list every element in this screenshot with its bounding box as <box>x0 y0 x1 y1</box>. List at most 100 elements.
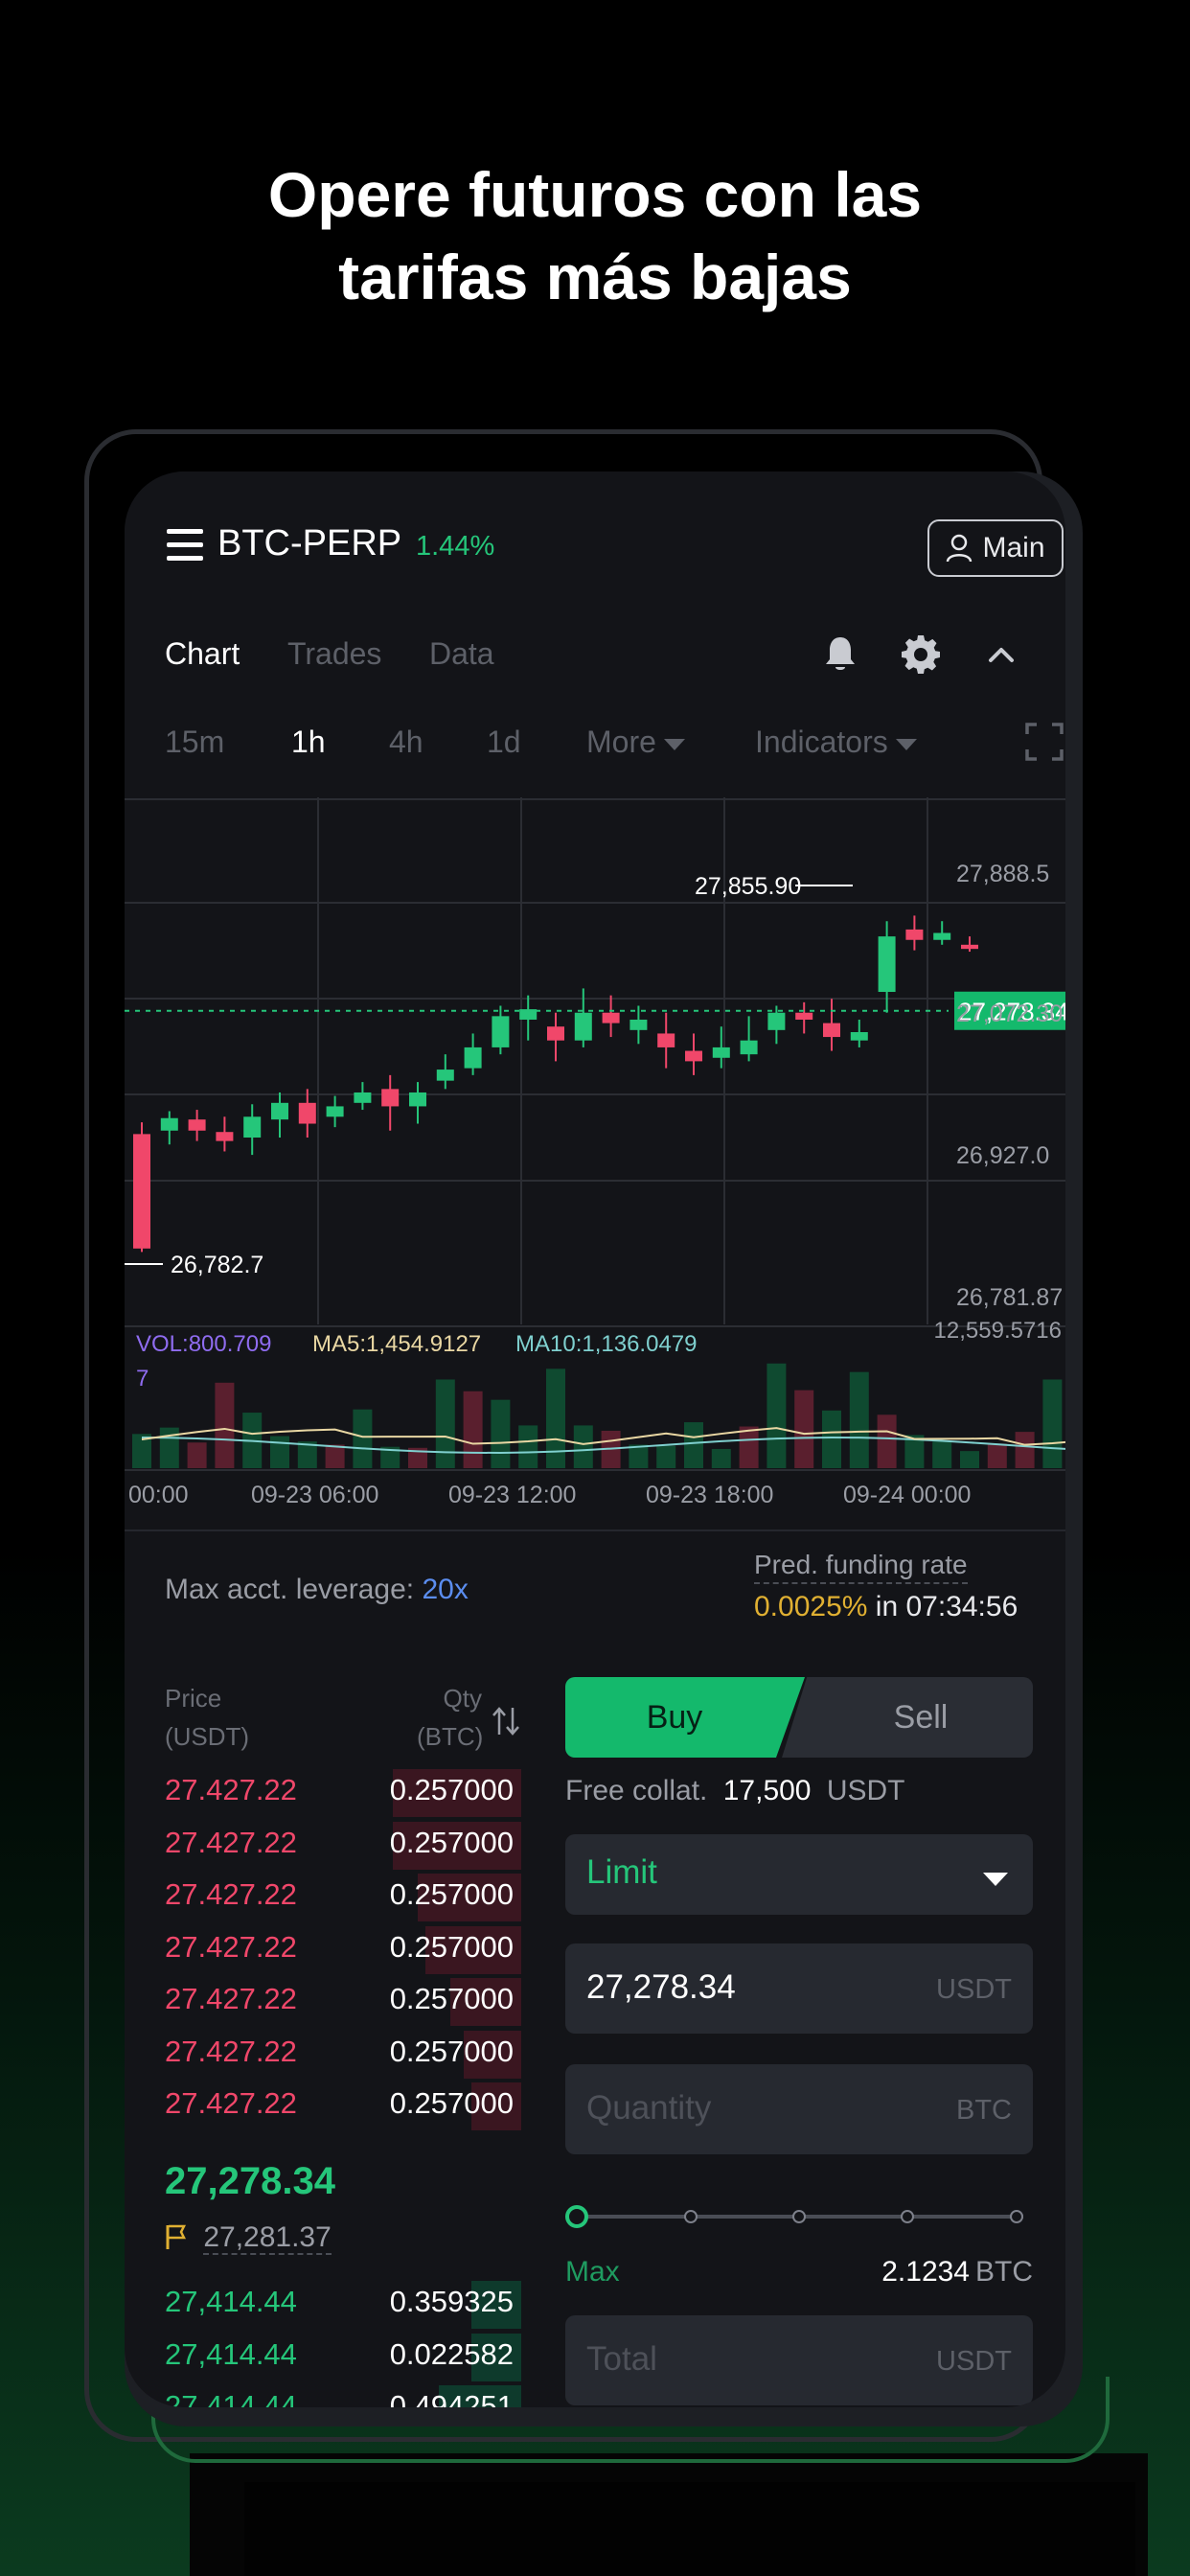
ask-row[interactable]: 27.427.22 0.257000 <box>165 2081 521 2130</box>
volume-bar <box>463 1391 483 1468</box>
indicators-dropdown[interactable]: Indicators <box>755 724 917 760</box>
fullscreen-icon[interactable] <box>1025 723 1064 761</box>
volume-bar <box>546 1368 565 1468</box>
price-header-label: Price <box>165 1684 222 1713</box>
flag-icon <box>166 2224 187 2249</box>
row-price: 27,414.44 <box>165 2336 297 2371</box>
candle-body <box>767 1012 786 1030</box>
slider-handle[interactable] <box>565 2205 588 2228</box>
indicators-label: Indicators <box>755 724 888 759</box>
ask-row[interactable]: 27.427.22 0.257000 <box>165 1872 521 1921</box>
price-input-unit: USDT <box>936 1974 1012 2005</box>
quantity-placeholder: Quantity <box>586 2089 712 2127</box>
candle-body <box>905 929 924 940</box>
candle-body <box>629 1019 648 1030</box>
row-price: 27.427.22 <box>165 2034 297 2068</box>
account-button[interactable]: Main <box>927 519 1064 577</box>
menu-icon[interactable] <box>167 529 203 564</box>
free-collateral: Free collat. 17,500 USDT <box>565 1775 905 1807</box>
candle-body <box>657 1033 675 1047</box>
chart-grid <box>125 797 1065 1471</box>
total-input[interactable]: Total USDT <box>565 2315 1033 2405</box>
candle-body <box>464 1046 482 1069</box>
row-price: 27.427.22 <box>165 1877 297 1911</box>
promo-headline: Opere futuros con las tarifas más bajas <box>0 153 1190 318</box>
chevron-up-icon[interactable] <box>979 632 1023 677</box>
section-divider <box>125 1530 1065 1531</box>
bell-icon[interactable] <box>818 632 862 677</box>
funding-rate-label[interactable]: Pred. funding rate <box>754 1550 968 1584</box>
volume-bar <box>573 1425 593 1468</box>
row-price: 27.427.22 <box>165 1929 297 1964</box>
candle-body <box>712 1046 730 1058</box>
caret-down-icon <box>895 738 917 750</box>
volume-label-cont: 7 <box>136 1366 149 1392</box>
sort-icon[interactable] <box>491 1704 521 1738</box>
user-icon <box>947 534 973 563</box>
tab-data[interactable]: Data <box>429 636 494 672</box>
tab-chart[interactable]: Chart <box>165 636 240 672</box>
slider-stop-50[interactable] <box>792 2210 806 2223</box>
slider-stop-25[interactable] <box>684 2210 698 2223</box>
volume-bar <box>1015 1432 1035 1468</box>
timeframe-1h[interactable]: 1h <box>291 724 326 760</box>
timeframe-15m[interactable]: 15m <box>165 724 224 760</box>
tab-trades[interactable]: Trades <box>287 636 381 672</box>
gear-icon[interactable] <box>899 632 943 677</box>
candle-body <box>409 1092 426 1107</box>
candle-body <box>492 1016 510 1047</box>
leverage-value[interactable]: 20x <box>422 1574 468 1605</box>
timeframe-bar: 15m 1h 4h 1d More Indicators <box>165 723 1064 772</box>
order-type-select[interactable]: Limit <box>565 1834 1033 1915</box>
row-qty: 0.257000 <box>389 1982 514 2015</box>
volume-bar <box>960 1451 979 1468</box>
bid-row[interactable]: 27,414.44 0.359325 <box>165 2279 521 2329</box>
sell-button[interactable]: Sell <box>782 1677 1033 1758</box>
row-price: 27,414.44 <box>165 2285 297 2318</box>
volume-bar <box>270 1436 289 1468</box>
bid-row[interactable]: 27,414.44 0.022582 <box>165 2332 521 2381</box>
low-marker-label: 26,782.7 <box>171 1252 263 1278</box>
row-price: 27.427.22 <box>165 1773 297 1806</box>
market-pair[interactable]: BTC-PERP <box>217 523 401 564</box>
time-axis-label: 00:00 <box>128 1482 189 1508</box>
ma5-label: MA5:1,454.9127 <box>312 1331 481 1357</box>
volume-bar <box>353 1409 373 1468</box>
price-chart[interactable]: 27,278.34 27,888.5 27,072.30 26,927.0 26,781… <box>125 797 1065 1526</box>
ask-row[interactable]: 27.427.22 0.257000 <box>165 1767 521 1817</box>
more-timeframes-dropdown[interactable]: More <box>586 724 685 760</box>
volume-bar <box>877 1414 897 1468</box>
ask-row[interactable]: 27.427.22 0.257000 <box>165 1820 521 1870</box>
timeframe-1d[interactable]: 1d <box>487 724 521 760</box>
headline-line-1: Opere futuros con las <box>267 159 923 230</box>
mark-price-value: 27,281.37 <box>203 2221 332 2255</box>
more-label: More <box>586 724 656 759</box>
row-qty: 0.257000 <box>389 2086 514 2120</box>
row-qty: 0.257000 <box>389 2034 514 2068</box>
ask-row[interactable]: 27.427.22 0.257000 <box>165 1924 521 1974</box>
bid-row[interactable]: 27,414.44 0.494251 <box>165 2383 521 2407</box>
ask-row[interactable]: 27.427.22 0.257000 <box>165 2029 521 2079</box>
volume-bar <box>1042 1379 1063 1468</box>
candle-body <box>354 1092 372 1103</box>
max-unit: BTC <box>975 2256 1033 2288</box>
total-unit: USDT <box>936 2346 1012 2377</box>
mark-price: 27,281.37 <box>165 2221 332 2255</box>
row-price: 27.427.22 <box>165 1982 297 2015</box>
quantity-input[interactable]: Quantity BTC <box>565 2064 1033 2154</box>
ask-row[interactable]: 27.427.22 0.257000 <box>165 1976 521 2026</box>
quantity-slider[interactable] <box>565 2202 1033 2231</box>
volume-bar <box>629 1444 649 1468</box>
timeframe-4h[interactable]: 4h <box>389 724 423 760</box>
row-price: 27.427.22 <box>165 2086 297 2120</box>
buy-button[interactable]: Buy <box>565 1677 805 1758</box>
slider-stop-100[interactable] <box>1010 2210 1023 2223</box>
last-price[interactable]: 27,278.34 <box>165 2160 335 2203</box>
slider-stop-75[interactable] <box>901 2210 914 2223</box>
row-qty: 0.359325 <box>389 2285 514 2318</box>
side-toggle: Buy Sell <box>565 1677 1033 1758</box>
order-type-value: Limit <box>586 1853 657 1891</box>
price-input[interactable]: 27,278.34 USDT <box>565 1944 1033 2034</box>
candle-body <box>740 1040 758 1055</box>
candle-body <box>547 1026 564 1041</box>
